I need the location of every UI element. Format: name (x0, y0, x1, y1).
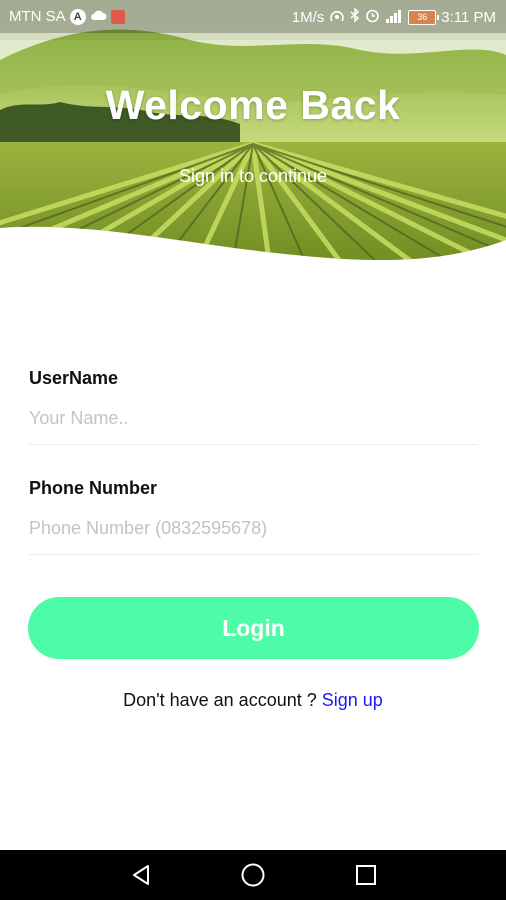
phone-input[interactable] (29, 516, 478, 540)
hotspot-icon (329, 9, 345, 27)
a-badge-icon: A (69, 8, 86, 25)
signal-icon (385, 9, 403, 27)
notification-icon (110, 9, 125, 24)
alarm-icon (365, 8, 380, 27)
phone-label: Phone Number (29, 478, 158, 498)
phone-underline (29, 554, 478, 555)
status-bar: MTN SA A 1M/s 36 3:11 PM (0, 0, 506, 33)
bluetooth-icon (350, 7, 360, 27)
signup-row: Don't have an account ? Sign up (0, 690, 506, 711)
navigation-bar (0, 850, 506, 900)
page-subtitle: Sign in to continue (178, 166, 328, 186)
login-button[interactable]: Login (28, 597, 479, 659)
clock: 3:11 PM (441, 9, 496, 26)
cloud-icon (90, 8, 107, 25)
network-speed: 1M/s (291, 9, 325, 26)
username-underline (29, 444, 478, 445)
page-title: Welcome Back (105, 82, 401, 128)
home-icon[interactable] (239, 861, 267, 889)
signup-link[interactable]: Sign up (322, 690, 383, 710)
recents-icon[interactable] (352, 861, 380, 889)
header-background-image: Welcome Back Sign in to continue (0, 0, 506, 268)
username-label: UserName (29, 368, 119, 388)
username-input[interactable] (29, 406, 478, 430)
back-icon[interactable] (127, 861, 155, 889)
battery-icon: 36 (408, 10, 440, 25)
signup-prompt: Don't have an account ? (123, 690, 317, 710)
carrier-name: MTN SA (9, 8, 66, 25)
